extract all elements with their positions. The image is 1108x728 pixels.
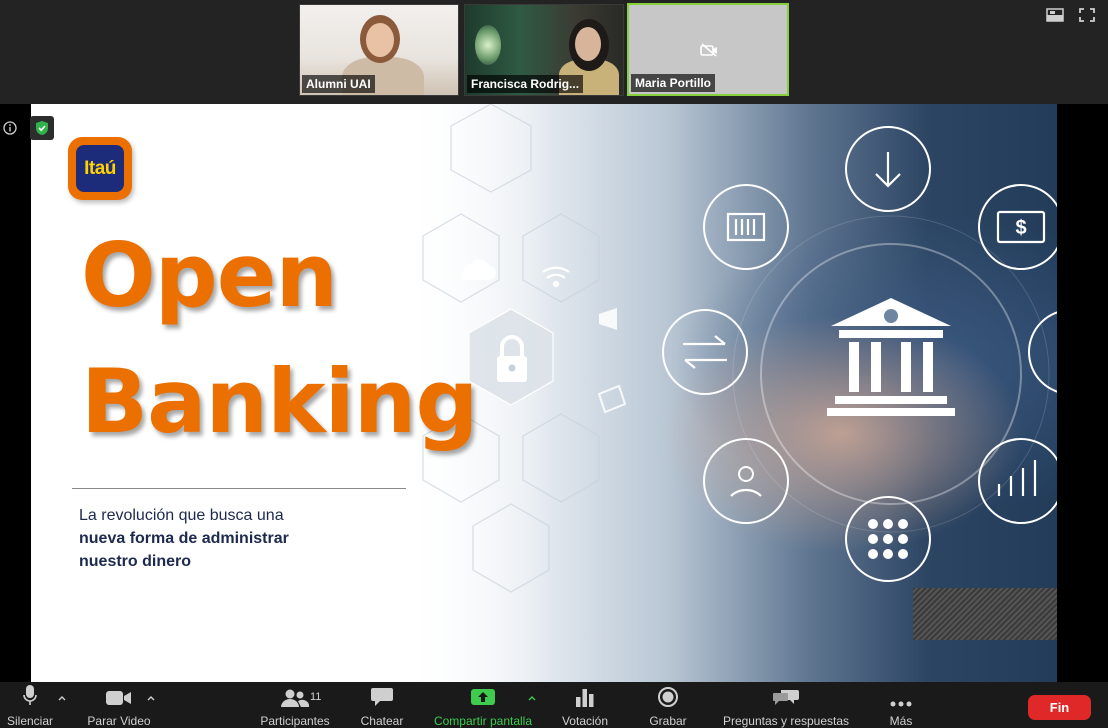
poll-label: Votación <box>561 714 609 728</box>
slide-subtitle-line3: nuestro dinero <box>79 553 192 570</box>
slide-title-line1: Open <box>81 224 338 327</box>
participants-icon <box>281 689 309 707</box>
participant-face <box>575 27 601 61</box>
microphone-icon <box>23 685 37 705</box>
shield-check-icon <box>36 121 48 135</box>
video-gallery-strip: Alumni UAI Francisca Rodrig... Maria Por… <box>0 0 1108 104</box>
stop-video-button[interactable]: Parar Video <box>84 682 154 728</box>
record-button[interactable]: Grabar <box>645 682 691 728</box>
lamp-light <box>475 25 501 65</box>
money-hand-icon <box>730 488 762 497</box>
cloud-icon <box>461 259 496 280</box>
barcode-frame-icon <box>726 212 766 242</box>
encryption-status-button[interactable] <box>30 116 54 140</box>
participant-video-tile[interactable]: Alumni UAI <box>299 4 459 96</box>
zoom-meeting-window: Alumni UAI Francisca Rodrig... Maria Por… <box>0 0 1108 728</box>
meeting-controls-toolbar: Silenciar Parar Video Participantes 11 C… <box>0 682 1108 728</box>
participants-label: Participantes <box>260 714 330 728</box>
growth-chart-icon <box>997 460 1037 496</box>
meeting-info-button[interactable] <box>0 117 20 139</box>
participant-video-tile[interactable]: Francisca Rodrig... <box>464 4 624 96</box>
chat-bubble-icon <box>371 688 393 706</box>
qa-button[interactable]: Preguntas y respuestas <box>716 682 856 728</box>
download-arrow-icon <box>875 152 901 188</box>
chat-button[interactable]: Chatear <box>357 682 407 728</box>
chevron-up-icon[interactable] <box>57 694 67 702</box>
more-dots-icon <box>890 701 912 707</box>
participant-video-tile-active-speaker[interactable]: Maria Portillo <box>627 3 789 96</box>
svg-text:$: $ <box>1015 217 1026 239</box>
itau-logo: Itaú <box>68 137 132 200</box>
megaphone-icon <box>599 308 617 330</box>
record-icon <box>658 687 678 707</box>
info-icon <box>3 121 17 135</box>
mute-label: Silenciar <box>6 714 54 728</box>
slide-title-line2: Banking <box>81 350 478 453</box>
transfer-arrows-icon <box>683 335 727 369</box>
share-screen-icon <box>471 689 495 705</box>
poll-button[interactable]: Votación <box>557 682 613 728</box>
participant-name: Alumni UAI <box>302 75 375 93</box>
poll-chart-icon <box>576 689 594 707</box>
record-label: Grabar <box>649 714 687 728</box>
left-letterbox <box>0 104 31 682</box>
slide-divider <box>72 488 406 489</box>
qa-bubbles-icon <box>773 690 799 705</box>
right-letterbox <box>1057 104 1108 682</box>
chevron-up-icon[interactable] <box>527 694 537 702</box>
chevron-up-icon[interactable] <box>146 694 156 702</box>
barcode-lines <box>734 219 756 235</box>
wifi-icon <box>542 266 570 288</box>
bank-building-icon <box>827 298 955 416</box>
participant-name: Maria Portillo <box>631 74 716 92</box>
mute-button[interactable]: Silenciar <box>4 682 56 728</box>
participant-name: Francisca Rodrig... <box>467 75 584 93</box>
end-meeting-button[interactable]: Fin <box>1028 695 1091 720</box>
participants-button[interactable]: Participantes <box>256 682 334 728</box>
view-layout-icon[interactable] <box>1046 7 1064 23</box>
slide-subtitle-line2: nueva forma de administrar <box>79 530 289 547</box>
video-label: Parar Video <box>87 714 151 728</box>
share-label: Compartir pantalla <box>433 714 533 728</box>
more-button[interactable]: Más <box>880 682 922 728</box>
dots-grid-icon <box>868 519 908 559</box>
itau-logo-text: Itaú <box>76 145 124 192</box>
fullscreen-icon[interactable] <box>1078 7 1096 23</box>
slide-subtitle-line1: La revolución que busca una <box>79 507 284 524</box>
slide-corner-pattern <box>913 588 1057 640</box>
video-camera-icon <box>106 691 131 705</box>
qa-label: Preguntas y respuestas <box>722 714 850 728</box>
envelope-icon <box>597 384 627 414</box>
share-screen-button[interactable]: Compartir pantalla <box>428 682 538 728</box>
camera-off-icon <box>700 43 717 57</box>
more-label: Más <box>889 714 913 728</box>
chat-label: Chatear <box>360 714 404 728</box>
shared-screen-slide: $ Itaú Open Banking La revolución que bu… <box>31 104 1057 682</box>
participant-face <box>366 23 394 57</box>
participants-count: 11 <box>310 691 322 703</box>
